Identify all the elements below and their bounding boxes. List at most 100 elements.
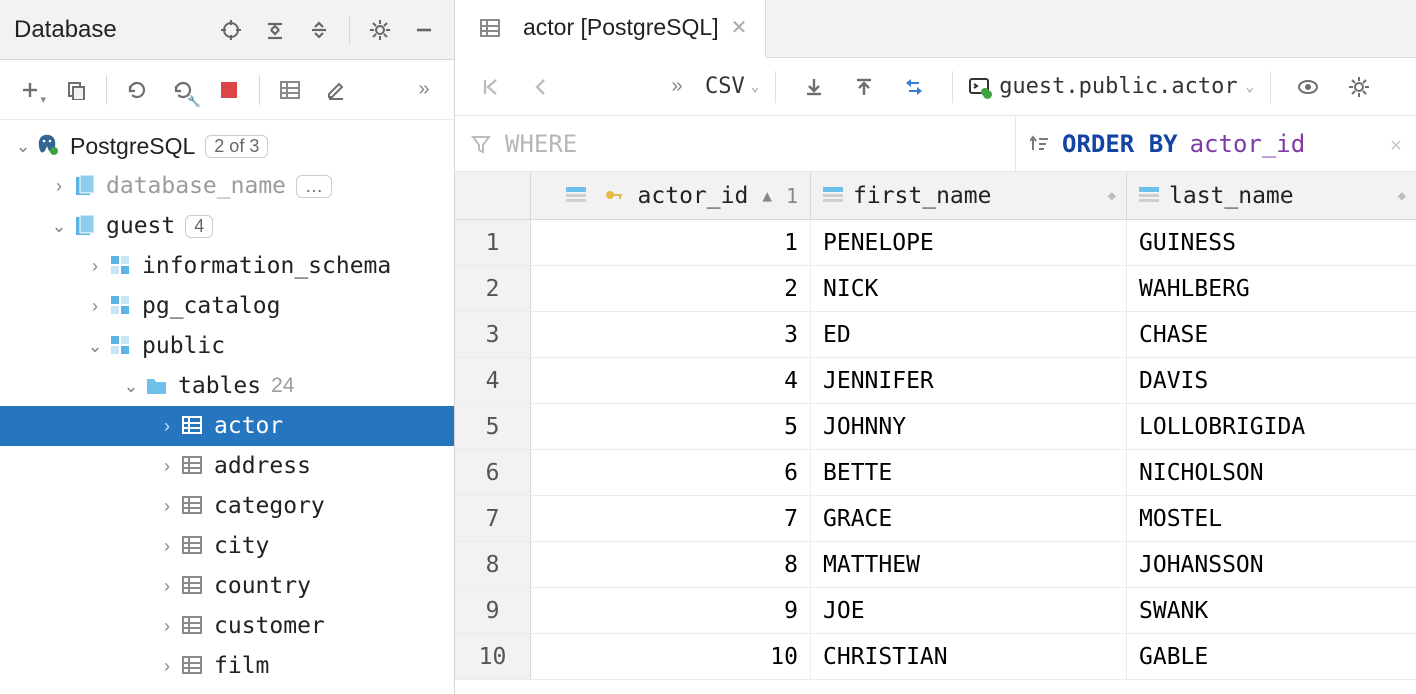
ellipsis-badge[interactable]: … [296, 175, 332, 198]
table-node-actor[interactable]: › actor [0, 406, 454, 446]
refresh-button[interactable] [115, 70, 159, 110]
panel-title: Database [14, 16, 117, 44]
chevron-down-icon: ⌄ [50, 216, 68, 237]
export-button[interactable] [792, 67, 836, 107]
table-node-country[interactable]: › country [0, 566, 454, 606]
cell-first-name[interactable]: CHRISTIAN [811, 634, 1127, 679]
cell-first-name[interactable]: GRACE [811, 496, 1127, 541]
table-row[interactable]: 2 2 NICK WAHLBERG [455, 266, 1416, 312]
cell-actor-id[interactable]: 10 [531, 634, 811, 679]
table-row[interactable]: 5 5 JOHNNY LOLLOBRIGIDA [455, 404, 1416, 450]
duplicate-button[interactable] [54, 70, 98, 110]
cell-first-name[interactable]: BETTE [811, 450, 1127, 495]
cell-last-name[interactable]: CHASE [1127, 312, 1416, 357]
settings-icon[interactable] [360, 10, 400, 50]
schema-node[interactable]: › information_schema [0, 246, 454, 286]
chevron-right-icon: › [86, 256, 104, 277]
cell-actor-id[interactable]: 3 [531, 312, 811, 357]
cell-last-name[interactable]: WAHLBERG [1127, 266, 1416, 311]
column-header-last-name[interactable]: last_name ◆ [1127, 172, 1416, 219]
where-filter[interactable]: WHERE [455, 116, 1016, 171]
compare-button[interactable] [892, 67, 936, 107]
tables-folder-node[interactable]: ⌄ tables 24 [0, 366, 454, 406]
cell-actor-id[interactable]: 6 [531, 450, 811, 495]
cell-first-name[interactable]: PENELOPE [811, 220, 1127, 265]
stop-button[interactable] [207, 70, 251, 110]
cell-actor-id[interactable]: 4 [531, 358, 811, 403]
table-node-category[interactable]: › category [0, 486, 454, 526]
sync-button[interactable]: 🔧 [161, 70, 205, 110]
column-header-actor-id[interactable]: actor_id ▲ 1 [531, 172, 811, 219]
cell-actor-id[interactable]: 1 [531, 220, 811, 265]
cell-first-name[interactable]: NICK [811, 266, 1127, 311]
table-icon [180, 613, 206, 639]
table-node-film[interactable]: › film [0, 646, 454, 686]
target-icon[interactable] [211, 10, 251, 50]
cell-last-name[interactable]: GUINESS [1127, 220, 1416, 265]
table-node-address[interactable]: › address [0, 446, 454, 486]
chevron-down-icon: ⌄ [14, 136, 32, 157]
first-page-button[interactable] [469, 67, 513, 107]
table-node-customer[interactable]: › customer [0, 606, 454, 646]
more-button[interactable]: » [402, 70, 446, 110]
import-button[interactable] [842, 67, 886, 107]
cell-actor-id[interactable]: 9 [531, 588, 811, 633]
cell-last-name[interactable]: DAVIS [1127, 358, 1416, 403]
cell-last-name[interactable]: SWANK [1127, 588, 1416, 633]
schema-icon [108, 253, 134, 279]
settings-button[interactable] [1337, 67, 1381, 107]
order-by-filter[interactable]: ORDER BY actor_id ✕ [1016, 116, 1416, 171]
table-row[interactable]: 3 3 ED CHASE [455, 312, 1416, 358]
cell-last-name[interactable]: MOSTEL [1127, 496, 1416, 541]
cell-first-name[interactable]: MATTHEW [811, 542, 1127, 587]
order-by-column: actor_id [1190, 130, 1306, 158]
datasource-node[interactable]: ⌄ PostgreSQL 2 of 3 [0, 126, 454, 166]
schema-node[interactable]: ⌄ public [0, 326, 454, 366]
cell-last-name[interactable]: JOHANSSON [1127, 542, 1416, 587]
cell-actor-id[interactable]: 8 [531, 542, 811, 587]
table-row[interactable]: 4 4 JENNIFER DAVIS [455, 358, 1416, 404]
minimize-icon[interactable] [404, 10, 444, 50]
cell-last-name[interactable]: LOLLOBRIGIDA [1127, 404, 1416, 449]
context-selector[interactable]: guest.public.actor ⌄ [969, 74, 1254, 99]
expand-all-icon[interactable] [299, 10, 339, 50]
clear-order-icon[interactable]: ✕ [1390, 132, 1402, 156]
table-icon [180, 493, 206, 519]
prev-page-button[interactable] [519, 67, 563, 107]
chevron-down-icon: ⌄ [86, 336, 104, 357]
table-row[interactable]: 9 9 JOE SWANK [455, 588, 1416, 634]
schema-node[interactable]: › pg_catalog [0, 286, 454, 326]
cell-last-name[interactable]: NICHOLSON [1127, 450, 1416, 495]
cell-actor-id[interactable]: 5 [531, 404, 811, 449]
database-node[interactable]: › database_name … [0, 166, 454, 206]
sort-icon [1030, 134, 1050, 154]
collapse-all-icon[interactable] [255, 10, 295, 50]
next-page-button[interactable]: » [655, 67, 699, 107]
cell-actor-id[interactable]: 7 [531, 496, 811, 541]
table-row[interactable]: 10 10 CHRISTIAN GABLE [455, 634, 1416, 680]
table-icon [180, 573, 206, 599]
edit-button[interactable] [314, 70, 358, 110]
table-row[interactable]: 6 6 BETTE NICHOLSON [455, 450, 1416, 496]
table-row[interactable]: 1 1 PENELOPE GUINESS [455, 220, 1416, 266]
table-node-city[interactable]: › city [0, 526, 454, 566]
format-selector[interactable]: CSV⌄ [705, 74, 759, 99]
cell-first-name[interactable]: JOE [811, 588, 1127, 633]
database-node-guest[interactable]: ⌄ guest 4 [0, 206, 454, 246]
cell-first-name[interactable]: JENNIFER [811, 358, 1127, 403]
table-icon [180, 653, 206, 679]
cell-first-name[interactable]: ED [811, 312, 1127, 357]
cell-actor-id[interactable]: 2 [531, 266, 811, 311]
table-row[interactable]: 8 8 MATTHEW JOHANSSON [455, 542, 1416, 588]
view-button[interactable] [1287, 67, 1331, 107]
table-label: address [214, 453, 311, 479]
table-view-button[interactable] [268, 70, 312, 110]
column-header-first-name[interactable]: first_name ◆ [811, 172, 1127, 219]
chevron-right-icon: › [50, 176, 68, 197]
table-row[interactable]: 7 7 GRACE MOSTEL [455, 496, 1416, 542]
new-button[interactable]: ▾ [8, 70, 52, 110]
cell-first-name[interactable]: JOHNNY [811, 404, 1127, 449]
tab-actor[interactable]: actor [PostgreSQL] ✕ [455, 0, 766, 58]
close-icon[interactable]: ✕ [731, 15, 748, 40]
cell-last-name[interactable]: GABLE [1127, 634, 1416, 679]
